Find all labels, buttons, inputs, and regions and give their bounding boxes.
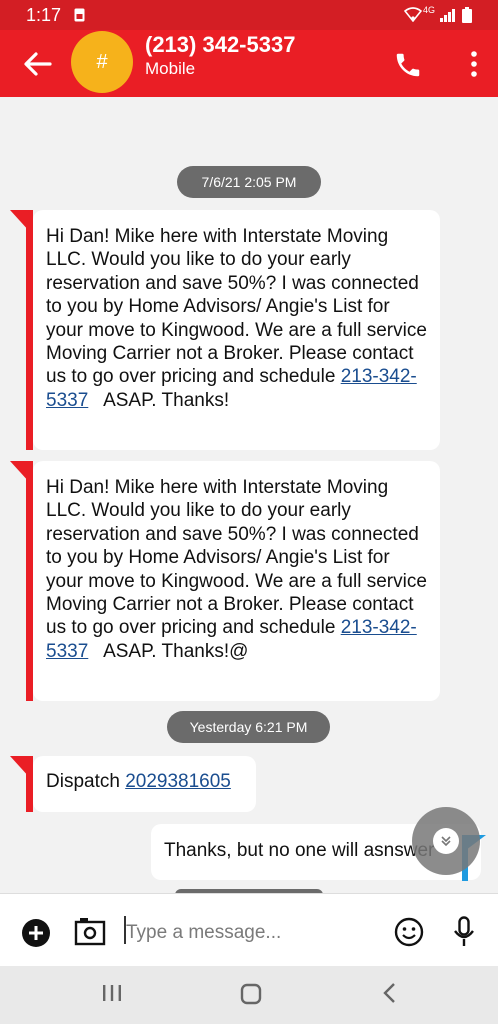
- microphone-icon[interactable]: [453, 916, 475, 948]
- home-icon[interactable]: [240, 983, 262, 1010]
- message-suffix: ASAP. Thanks!: [88, 389, 230, 411]
- system-nav-bar: [0, 966, 498, 1024]
- contact-type: Mobile: [145, 59, 196, 78]
- camera-icon[interactable]: [74, 916, 106, 948]
- message-text: Dispatch: [46, 771, 126, 792]
- status-bar: 1:17 4G: [0, 0, 498, 30]
- chevron-double-down-icon: [433, 828, 459, 854]
- date-chip: 7/6/21 2:05 PM: [177, 166, 321, 198]
- composer-bar: [0, 893, 498, 967]
- message-suffix: ASAP. Thanks!@: [88, 640, 249, 662]
- battery-icon: [462, 7, 472, 28]
- message-tail-icon: [10, 210, 30, 232]
- sim-icon: [74, 8, 85, 27]
- emoji-icon[interactable]: [394, 917, 424, 947]
- network-type-label: 4G: [423, 5, 436, 15]
- back-icon[interactable]: [382, 982, 396, 1009]
- add-attachment-icon[interactable]: [21, 918, 51, 948]
- message-text: Hi Dan! Mike here with Interstate Moving…: [46, 226, 427, 388]
- more-options-icon[interactable]: [468, 50, 480, 78]
- scroll-to-bottom-button[interactable]: [412, 807, 480, 875]
- message-tail-icon: [10, 756, 30, 778]
- avatar-glyph: #: [96, 50, 108, 73]
- wifi-icon: [403, 7, 423, 27]
- status-time: 1:17: [26, 5, 62, 25]
- contact-avatar[interactable]: #: [71, 31, 133, 93]
- recent-apps-icon[interactable]: [102, 983, 122, 1008]
- call-button[interactable]: [393, 50, 425, 80]
- date-chip: Yesterday 6:21 PM: [167, 711, 330, 743]
- signal-icon: [440, 8, 456, 27]
- message-text: Hi Dan! Mike here with Interstate Moving…: [46, 477, 427, 639]
- sent-message-text: Thanks, but no one will asnswer: [164, 840, 435, 861]
- contact-name[interactable]: (213) 342-5337: [145, 32, 295, 58]
- phone-link[interactable]: 2029381605: [125, 771, 231, 792]
- message-accent-bar: [26, 461, 33, 701]
- message-accent-bar: [26, 210, 33, 450]
- received-message[interactable]: Dispatch 2029381605: [33, 756, 256, 812]
- back-arrow-icon[interactable]: [22, 50, 54, 78]
- received-message[interactable]: Hi Dan! Mike here with Interstate Moving…: [33, 210, 440, 450]
- message-input[interactable]: [124, 918, 368, 948]
- message-tail-icon: [10, 461, 30, 483]
- received-message[interactable]: Hi Dan! Mike here with Interstate Moving…: [33, 461, 440, 701]
